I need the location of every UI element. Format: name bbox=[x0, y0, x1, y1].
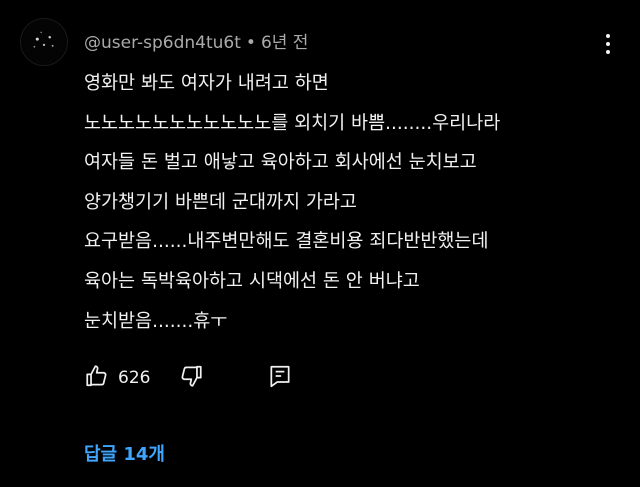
comment-text: 영화만 봐도 여자가 내려고 하면 노노노노노노노노노노노를 외치기 바쁨...… bbox=[84, 64, 624, 341]
comment-line: 육아는 독박육아하고 시댁에선 돈 안 버냐고 bbox=[84, 270, 420, 292]
more-vertical-icon bbox=[606, 34, 610, 54]
reply-button[interactable] bbox=[267, 362, 293, 390]
thumbs-down-icon bbox=[181, 365, 202, 387]
dislike-button[interactable] bbox=[178, 362, 204, 390]
comment-line: 양가챙기기 바쁜데 군대까지 가라고 bbox=[84, 191, 357, 213]
reply-comment-icon bbox=[270, 365, 290, 388]
comment-line: 노노노노노노노노노노노를 외치기 바쁨........우리나라 bbox=[84, 112, 501, 134]
meta-separator: • bbox=[245, 33, 256, 53]
comment-line: 눈치받음.......휴ㅜ bbox=[84, 310, 228, 332]
comment-actions: 626 bbox=[84, 362, 604, 392]
comment-line: 여자들 돈 벌고 애낳고 육아하고 회사에선 눈치보고 bbox=[84, 152, 477, 174]
comment-thread: @user-sp6dn4tu6t • 6년 전 영화만 봐도 여자가 내려고 하면 … bbox=[0, 0, 640, 487]
avatar[interactable] bbox=[20, 18, 68, 66]
thumbs-up-icon bbox=[86, 365, 107, 387]
avatar-image bbox=[21, 19, 67, 65]
author-name[interactable]: @user-sp6dn4tu6t bbox=[84, 33, 241, 53]
like-button[interactable] bbox=[84, 362, 110, 390]
like-count: 626 bbox=[118, 368, 151, 388]
view-replies-button[interactable]: 답글 14개 bbox=[84, 440, 165, 466]
comment-header: @user-sp6dn4tu6t • 6년 전 bbox=[84, 28, 308, 53]
more-options-button[interactable] bbox=[596, 30, 620, 58]
comment-line: 영화만 봐도 여자가 내려고 하면 bbox=[84, 73, 329, 94]
comment-line: 요구받음......내주변만해도 결혼비용 죄다반반했는데 bbox=[84, 231, 489, 253]
comment-timestamp[interactable]: 6년 전 bbox=[261, 33, 309, 53]
